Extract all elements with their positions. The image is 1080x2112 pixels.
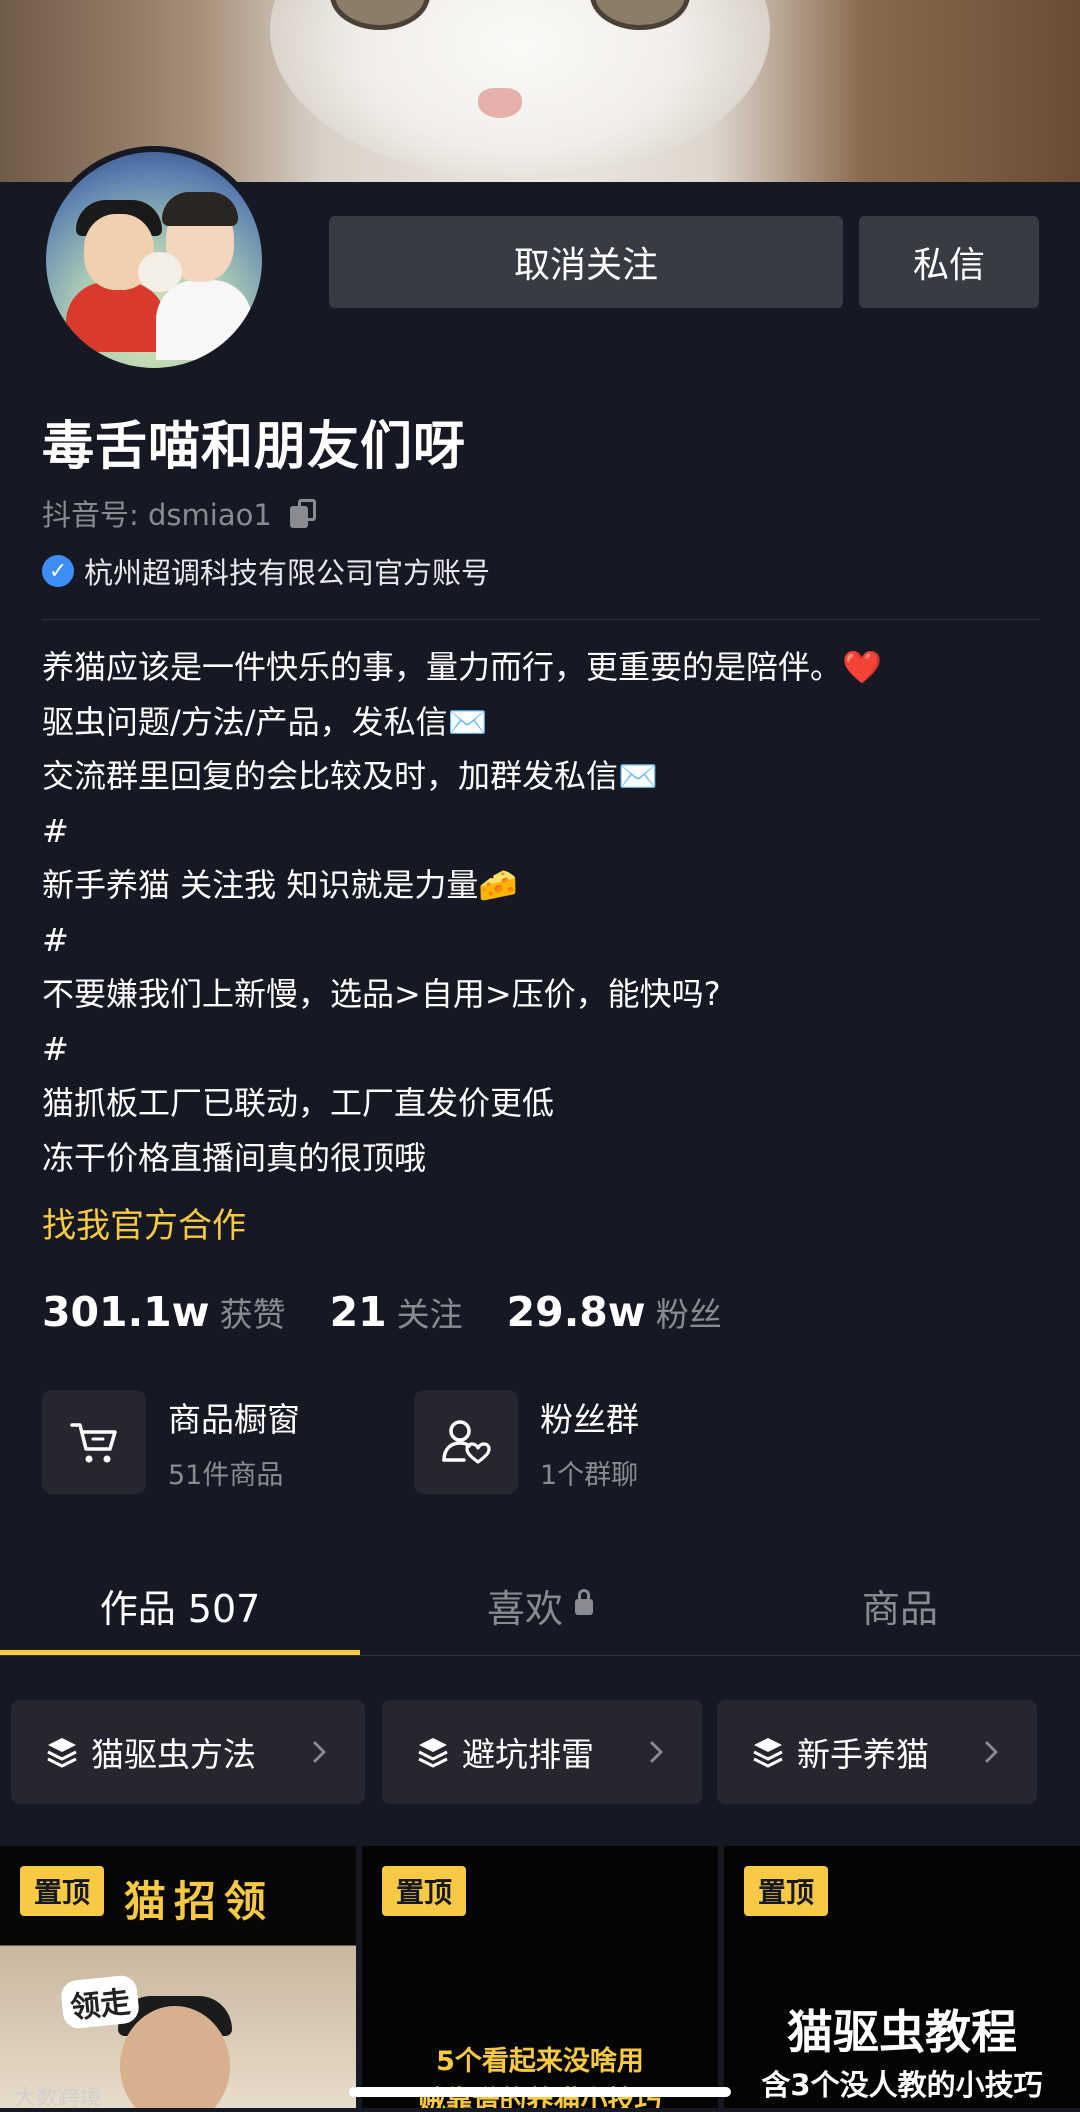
douyin-id-text: 抖音号: dsmiao1 [42, 498, 272, 532]
bio-line: # [42, 811, 69, 850]
chevron-right-icon [985, 1741, 998, 1763]
collection-pitfall-avoidance[interactable]: 避坑排雷 [382, 1700, 702, 1804]
avatar-person2-hair [162, 192, 238, 226]
tabs-divider [0, 1655, 1080, 1656]
video-caption: 5个看起来没啥用 贼靠谱的养猫小技巧 [362, 2042, 718, 2108]
stat-following-label: 关注 [396, 1295, 463, 1334]
stat-fans[interactable]: 29.8w 粉丝 [507, 1288, 722, 1336]
video-grid: 置顶 猫招领 领走 置顶 5个看起来没啥用 贼靠谱的养猫小技巧 置顶 猫驱虫教程… [0, 1846, 1080, 2108]
bio-line: 交流群里回复的会比较及时，加群发私信✉️ [42, 757, 658, 795]
official-cooperation-link[interactable]: 找我官方合作 [42, 1198, 246, 1247]
bio-line: 猫抓板工厂已联动，工厂直发价更低 [42, 1084, 555, 1122]
pinned-badge: 置顶 [744, 1866, 828, 1916]
stat-following-value: 21 [329, 1288, 387, 1336]
tab-works[interactable]: 作品 507 [0, 1555, 360, 1655]
profile-tabs: 作品 507 喜欢 商品 [0, 1555, 1080, 1655]
stat-likes[interactable]: 301.1w 获赞 [42, 1288, 286, 1336]
group-heart-icon [414, 1390, 518, 1494]
avatar-person2-shirt [156, 280, 252, 360]
bio-line: 养猫应该是一件快乐的事，量力而行，更重要的是陪伴。❤️ [42, 648, 882, 686]
collection-label: 避坑排雷 [462, 1735, 594, 1774]
copy-icon[interactable] [289, 499, 316, 528]
home-indicator[interactable] [349, 2087, 731, 2097]
douyin-id-row: 抖音号: dsmiao1 [42, 492, 316, 534]
section-divider [42, 619, 1040, 620]
video-title: 猫驱虫教程 [787, 2005, 1017, 2059]
video-title: 猫招领 [124, 1877, 275, 1926]
profile-name: 毒舌喵和朋友们呀 [42, 417, 467, 477]
stat-following[interactable]: 21 关注 [330, 1288, 463, 1336]
verified-check-icon: ✓ [42, 555, 74, 587]
video-thumbnail[interactable]: 置顶 猫驱虫教程 含3个没人教的小技巧 [724, 1846, 1080, 2108]
bio-line: # [42, 920, 69, 959]
video-subtitle: 含3个没人教的小技巧 [761, 2068, 1043, 2102]
message-button[interactable]: 私信 [859, 216, 1039, 308]
bio-line: 驱虫问题/方法/产品，发私信✉️ [42, 702, 488, 741]
stat-fans-label: 粉丝 [655, 1295, 722, 1334]
avatar-cat [138, 252, 182, 292]
video-thumbnail[interactable]: 置顶 猫招领 领走 [0, 1846, 356, 2108]
collection-layers-icon [418, 1738, 448, 1768]
verified-row[interactable]: ✓ 杭州超调科技有限公司官方账号 [42, 550, 490, 592]
video-thumbnail[interactable]: 置顶 5个看起来没啥用 贼靠谱的养猫小技巧 [362, 1846, 718, 2108]
collection-layers-icon [47, 1738, 77, 1768]
tab-likes-label: 喜欢 [486, 1586, 563, 1631]
shop-window-count: 51件商品 [168, 1459, 284, 1491]
profile-avatar[interactable] [40, 146, 268, 374]
shop-window-card[interactable]: 商品橱窗 51件商品 [42, 1390, 300, 1494]
stat-likes-label: 获赞 [219, 1295, 286, 1334]
chevron-right-icon [650, 1741, 663, 1763]
shopping-cart-icon [42, 1390, 146, 1494]
tab-works-label: 作品 507 [99, 1586, 261, 1631]
tab-goods[interactable]: 商品 [720, 1555, 1080, 1655]
video-caption-line: 5个看起来没啥用 [436, 2046, 644, 2077]
fan-group-count: 1个群聊 [540, 1459, 639, 1491]
collection-layers-icon [753, 1738, 783, 1768]
collection-label: 新手养猫 [797, 1735, 929, 1774]
video-caption-bubble: 领走 [59, 1974, 141, 2030]
lock-icon [575, 1589, 593, 1615]
banner-cat-nose [478, 88, 522, 118]
collection-new-cat-owner[interactable]: 新手养猫 [717, 1700, 1037, 1804]
stat-fans-value: 29.8w [506, 1288, 646, 1336]
avatar-person1-shirt [66, 282, 166, 352]
tab-likes[interactable]: 喜欢 [360, 1555, 720, 1655]
pinned-badge: 置顶 [382, 1866, 466, 1916]
profile-stats: 301.1w 获赞 21 关注 29.8w 粉丝 [42, 1288, 766, 1336]
bio-line: 冻干价格直播间真的很顶哦 [42, 1138, 427, 1177]
watermark-text: 大数跨境 [14, 2086, 103, 2111]
tab-goods-label: 商品 [861, 1586, 938, 1631]
stat-likes-value: 301.1w [42, 1288, 210, 1336]
bio-line: 新手养猫 关注我 知识就是力量🧀 [42, 866, 519, 904]
fan-group-card[interactable]: 粉丝群 1个群聊 [414, 1390, 639, 1494]
shop-window-title: 商品橱窗 [168, 1399, 300, 1439]
avatar-illustration [46, 152, 262, 368]
pinned-badge: 置顶 [20, 1866, 104, 1916]
chevron-right-icon [313, 1741, 326, 1763]
banner-cat-face [270, 0, 770, 180]
unfollow-button[interactable]: 取消关注 [329, 216, 843, 308]
verified-text: 杭州超调科技有限公司官方账号 [84, 556, 491, 590]
bio-line: 不要嫌我们上新慢，选品>自用>压价，能快吗? [42, 975, 721, 1013]
collection-label: 猫驱虫方法 [91, 1735, 256, 1774]
bio-line: # [42, 1029, 69, 1068]
collection-cat-deworming[interactable]: 猫驱虫方法 [11, 1700, 365, 1804]
profile-bio: 养猫应该是一件快乐的事，量力而行，更重要的是陪伴。❤️ 驱虫问题/方法/产品，发… [42, 640, 1042, 1185]
fan-group-title: 粉丝群 [540, 1399, 639, 1439]
